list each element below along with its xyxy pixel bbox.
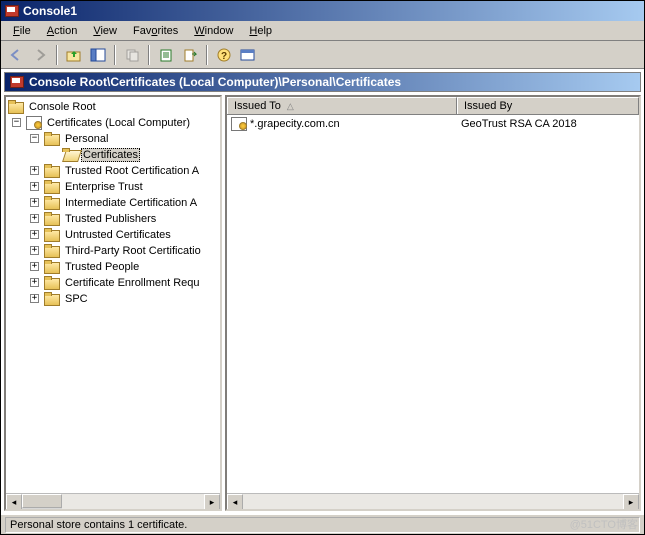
expand-icon[interactable]: +	[30, 294, 39, 303]
copy-button[interactable]	[121, 44, 143, 66]
forward-button[interactable]	[29, 44, 51, 66]
refresh-button[interactable]	[155, 44, 177, 66]
tree-node[interactable]: +Untrusted Certificates	[6, 227, 220, 243]
list-body[interactable]: *.grapecity.com.cn GeoTrust RSA CA 2018	[227, 115, 639, 493]
expand-icon[interactable]: +	[30, 246, 39, 255]
show-hide-tree-button[interactable]	[87, 44, 109, 66]
menu-view[interactable]: View	[85, 23, 125, 39]
menu-file[interactable]: File	[5, 23, 39, 39]
tree[interactable]: Console Root − Certificates (Local Compu…	[6, 97, 220, 493]
cell-issued-to: *.grapecity.com.cn	[250, 118, 340, 130]
scroll-thumb[interactable]	[22, 494, 62, 508]
list-horizontal-scrollbar[interactable]: ◂ ▸	[227, 493, 639, 509]
expand-icon[interactable]: +	[30, 182, 39, 191]
titlebar: Console1	[1, 1, 644, 21]
expand-icon[interactable]: +	[30, 262, 39, 271]
main-area: Console Root − Certificates (Local Compu…	[4, 95, 641, 511]
folder-icon	[44, 212, 60, 226]
folder-open-icon	[62, 148, 78, 162]
toolbar: ?	[1, 41, 644, 69]
app-icon	[4, 3, 20, 19]
certificate-store-icon	[26, 116, 42, 130]
menu-favorites[interactable]: Favorites	[125, 23, 186, 39]
help-button[interactable]: ?	[213, 44, 235, 66]
toolbar-separator	[206, 45, 208, 65]
tree-panel: Console Root − Certificates (Local Compu…	[4, 95, 222, 511]
collapse-icon[interactable]: −	[12, 118, 21, 127]
window-icon	[240, 48, 256, 62]
menu-window[interactable]: Window	[186, 23, 241, 39]
cell-issued-by: GeoTrust RSA CA 2018	[461, 118, 577, 130]
folder-icon	[8, 100, 24, 114]
tree-node-certificates[interactable]: Certificates	[6, 147, 220, 163]
tree-node[interactable]: +Trusted Root Certification A	[6, 163, 220, 179]
scroll-track[interactable]	[62, 494, 204, 509]
path-text: Console Root\Certificates (Local Compute…	[29, 75, 401, 89]
tree-node[interactable]: +Certificate Enrollment Requ	[6, 275, 220, 291]
statusbar: Personal store contains 1 certificate.	[1, 514, 644, 534]
scroll-right-button[interactable]: ▸	[623, 494, 639, 510]
folder-icon	[44, 180, 60, 194]
toolbar-separator	[114, 45, 116, 65]
arrow-left-icon	[9, 48, 23, 62]
list-header: Issued To △ Issued By	[227, 97, 639, 115]
toolbar-separator	[56, 45, 58, 65]
tree-node-personal[interactable]: − Personal	[6, 131, 220, 147]
folder-icon	[44, 244, 60, 258]
scroll-track[interactable]	[243, 494, 623, 509]
tree-node-certificates-local[interactable]: − Certificates (Local Computer)	[6, 115, 220, 131]
svg-text:?: ?	[221, 51, 227, 62]
tree-node[interactable]: +Third-Party Root Certificatio	[6, 243, 220, 259]
scroll-left-button[interactable]: ◂	[227, 494, 243, 510]
export-list-button[interactable]	[179, 44, 201, 66]
certificate-icon	[231, 117, 247, 131]
panes-icon	[90, 48, 106, 62]
scroll-left-button[interactable]: ◂	[6, 494, 22, 510]
folder-icon	[44, 132, 60, 146]
menu-action[interactable]: Action	[39, 23, 86, 39]
list-row[interactable]: *.grapecity.com.cn GeoTrust RSA CA 2018	[227, 115, 639, 132]
collapse-icon[interactable]: −	[30, 134, 39, 143]
sort-asc-icon: △	[287, 101, 294, 112]
tree-node-console-root[interactable]: Console Root	[6, 99, 220, 115]
export-icon	[183, 48, 197, 62]
help-icon: ?	[217, 48, 231, 62]
window-title: Console1	[23, 4, 77, 18]
status-text: Personal store contains 1 certificate.	[5, 517, 640, 533]
list-panel: Issued To △ Issued By *.grapecity.com.cn…	[225, 95, 641, 511]
console-icon	[9, 74, 25, 90]
expand-icon[interactable]: +	[30, 214, 39, 223]
new-window-button[interactable]	[237, 44, 259, 66]
tree-node[interactable]: +Trusted People	[6, 259, 220, 275]
tree-node[interactable]: +SPC	[6, 291, 220, 307]
folder-icon	[44, 276, 60, 290]
tree-node[interactable]: +Intermediate Certification A	[6, 195, 220, 211]
folder-up-icon	[66, 48, 82, 62]
menu-help[interactable]: Help	[241, 23, 280, 39]
folder-icon	[44, 164, 60, 178]
tree-horizontal-scrollbar[interactable]: ◂ ▸	[6, 493, 220, 509]
back-button[interactable]	[5, 44, 27, 66]
expand-icon[interactable]: +	[30, 198, 39, 207]
expand-icon[interactable]: +	[30, 230, 39, 239]
folder-icon	[44, 292, 60, 306]
tree-node[interactable]: +Trusted Publishers	[6, 211, 220, 227]
expand-icon[interactable]: +	[30, 278, 39, 287]
expand-icon[interactable]: +	[30, 166, 39, 175]
folder-icon	[44, 196, 60, 210]
scroll-right-button[interactable]: ▸	[204, 494, 220, 510]
folder-icon	[44, 228, 60, 242]
copy-icon	[125, 48, 139, 62]
up-level-button[interactable]	[63, 44, 85, 66]
folder-icon	[44, 260, 60, 274]
tree-node[interactable]: +Enterprise Trust	[6, 179, 220, 195]
column-issued-by[interactable]: Issued By	[457, 97, 639, 114]
arrow-right-icon	[33, 48, 47, 62]
menubar: File Action View Favorites Window Help	[1, 21, 644, 41]
toolbar-separator	[148, 45, 150, 65]
column-issued-to[interactable]: Issued To △	[227, 97, 457, 114]
inner-titlebar: Console Root\Certificates (Local Compute…	[4, 72, 641, 92]
refresh-icon	[159, 48, 173, 62]
